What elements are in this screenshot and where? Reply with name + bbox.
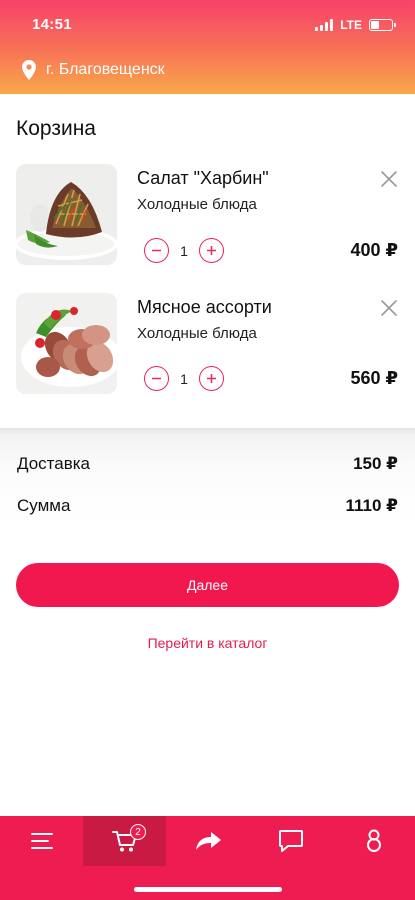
status-time: 14:51 (32, 16, 72, 33)
decrease-quantity-button[interactable] (144, 238, 169, 263)
location-selector[interactable]: г. Благовещенск (22, 60, 165, 80)
network-label: LTE (340, 18, 362, 32)
plus-icon (207, 374, 216, 383)
app-header: 14:51 LTE г. Благовещенск (0, 0, 415, 94)
minus-icon (152, 249, 161, 252)
menu-icon (30, 833, 53, 849)
quantity-value: 1 (180, 243, 188, 259)
total-value: 1110 ₽ (345, 496, 399, 515)
total-label: Сумма (17, 496, 71, 515)
battery-icon (369, 19, 396, 31)
item-name: Салат "Харбин" (137, 168, 269, 188)
location-label: г. Благовещенск (46, 61, 165, 78)
item-name: Мясное ассорти (137, 297, 272, 317)
status-indicators: LTE (315, 18, 396, 32)
delivery-row: Доставка 150 ₽ (17, 454, 398, 474)
delivery-value: 150 ₽ (353, 454, 398, 473)
nav-menu[interactable] (0, 816, 83, 866)
remove-item-button[interactable] (378, 297, 400, 319)
bottom-navigation: 2 (0, 816, 415, 900)
chat-icon (278, 830, 303, 852)
increase-quantity-button[interactable] (199, 366, 224, 391)
remove-item-button[interactable] (378, 168, 400, 190)
delivery-label: Доставка (17, 454, 91, 473)
location-pin-icon (22, 60, 36, 80)
signal-icon (315, 19, 334, 31)
item-price: 400 ₽ (350, 240, 398, 260)
nav-share[interactable] (166, 816, 249, 866)
item-category: Холодные блюда (137, 196, 257, 213)
next-button[interactable]: Далее (16, 563, 399, 607)
quantity-value: 1 (180, 371, 188, 387)
cart-count-badge: 2 (130, 824, 146, 840)
page-title: Корзина (16, 117, 96, 140)
close-icon (381, 300, 397, 316)
cart-item: Мясное ассорти Холодные блюда 1 560 ₽ (0, 293, 415, 403)
status-bar: 14:51 LTE (0, 0, 415, 50)
plus-icon (207, 246, 216, 255)
decrease-quantity-button[interactable] (144, 366, 169, 391)
increase-quantity-button[interactable] (199, 238, 224, 263)
item-price: 560 ₽ (350, 368, 398, 388)
cart-item: Салат "Харбин" Холодные блюда 1 400 ₽ (0, 164, 415, 274)
nav-profile[interactable] (332, 816, 415, 866)
meat-platter-photo[interactable] (16, 293, 117, 394)
nav-chat[interactable] (249, 816, 332, 866)
item-category: Холодные блюда (137, 325, 257, 342)
minus-icon (152, 377, 161, 380)
home-indicator (134, 887, 282, 892)
nav-cart[interactable]: 2 (83, 816, 166, 866)
profile-icon (366, 829, 381, 852)
salad-photo[interactable] (16, 164, 117, 265)
total-row: Сумма 1110 ₽ (17, 496, 398, 516)
go-to-catalog-link[interactable]: Перейти в каталог (0, 635, 415, 651)
share-icon (195, 832, 221, 850)
close-icon (381, 171, 397, 187)
